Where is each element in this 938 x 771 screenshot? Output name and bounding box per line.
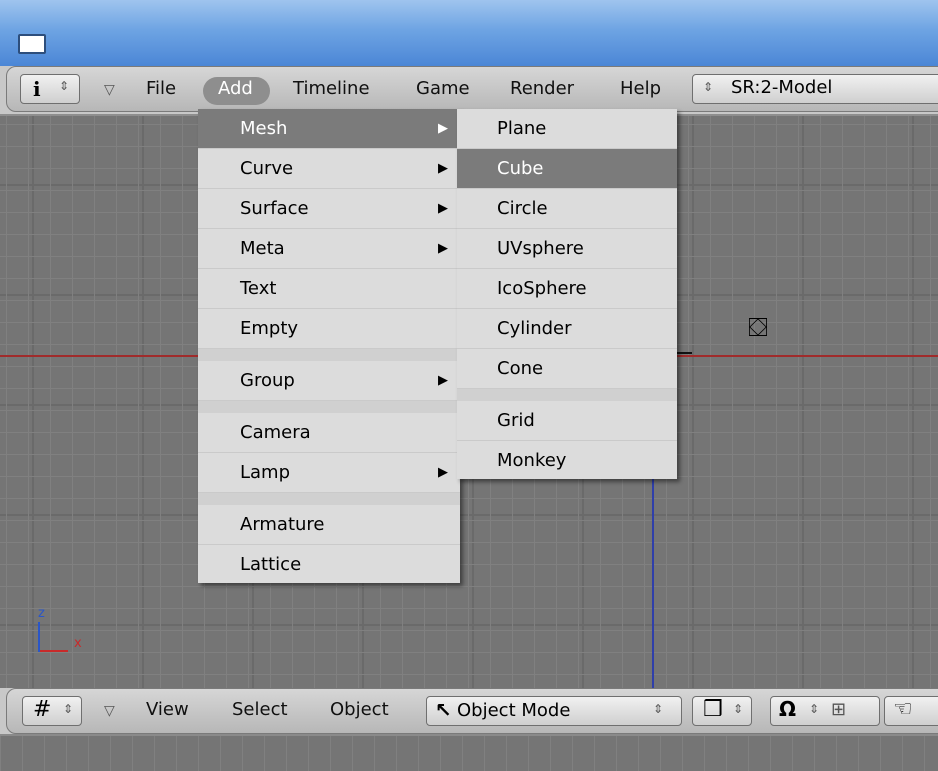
mesh-item-icosphere[interactable]: IcoSphere xyxy=(457,269,677,309)
menu-timeline[interactable]: Timeline xyxy=(293,66,370,112)
pivot-snap-selector[interactable]: Ω ⇕ ⊞ xyxy=(770,696,880,726)
pivot-icon: Ω xyxy=(779,697,797,721)
info-icon: i xyxy=(33,77,41,101)
updown-arrows-icon: ⇕ xyxy=(59,79,70,93)
add-menu: Mesh ▶ Curve ▶ Surface ▶ Meta ▶ Text Empty G… xyxy=(198,109,460,583)
add-menu-item-empty[interactable]: Empty xyxy=(198,309,460,349)
mesh-item-cylinder[interactable]: Cylinder xyxy=(457,309,677,349)
scene-selector[interactable]: ⇕ SR:2-Model xyxy=(692,74,938,104)
origin-marker xyxy=(676,352,692,354)
mesh-item-cone[interactable]: Cone xyxy=(457,349,677,389)
window-title-bar[interactable] xyxy=(0,0,938,66)
snap-icon: ⊞ xyxy=(831,699,847,720)
submenu-arrow-icon: ▶ xyxy=(438,121,448,136)
submenu-arrow-icon: ▶ xyxy=(438,201,448,216)
menu-game[interactable]: Game xyxy=(416,66,470,112)
editor-type-selector-3d[interactable]: # ⇕ xyxy=(22,696,82,726)
submenu-arrow-icon: ▶ xyxy=(438,465,448,480)
add-menu-item-lattice[interactable]: Lattice xyxy=(198,545,460,585)
mesh-item-grid[interactable]: Grid xyxy=(457,401,677,441)
add-menu-item-curve[interactable]: Curve ▶ xyxy=(198,149,460,189)
menu-view[interactable]: View xyxy=(146,688,189,732)
menu-add[interactable]: Add xyxy=(218,66,253,112)
menu-separator xyxy=(198,349,460,361)
axis-x-label: x xyxy=(74,636,82,651)
mesh-item-cube[interactable]: Cube xyxy=(457,149,677,189)
collapse-triangle-icon[interactable]: ▽ xyxy=(104,703,115,719)
submenu-arrow-icon: ▶ xyxy=(438,373,448,388)
draw-type-selector[interactable]: ❒ ⇕ xyxy=(692,696,752,726)
updown-arrows-icon: ⇕ xyxy=(63,702,74,716)
manipulator-toggle[interactable]: ☜ xyxy=(884,696,938,726)
menu-separator xyxy=(457,389,677,401)
window-icon[interactable] xyxy=(18,34,46,54)
grid-icon: # xyxy=(33,697,52,722)
submenu-arrow-icon: ▶ xyxy=(438,161,448,176)
mesh-item-plane[interactable]: Plane xyxy=(457,109,677,149)
add-menu-item-camera[interactable]: Camera xyxy=(198,413,460,453)
add-menu-item-group[interactable]: Group ▶ xyxy=(198,361,460,401)
submenu-arrow-icon: ▶ xyxy=(438,241,448,256)
axis-z-label: z xyxy=(38,606,45,621)
z-axis-widget-line xyxy=(38,622,40,652)
updown-arrows-icon: ⇕ xyxy=(703,80,714,94)
collapse-triangle-icon[interactable]: ▽ xyxy=(104,82,115,98)
mode-label: Object Mode xyxy=(457,700,571,721)
add-menu-item-text[interactable]: Text xyxy=(198,269,460,309)
hand-icon: ☜ xyxy=(893,697,913,722)
camera-object-icon[interactable]: ⛋ xyxy=(742,312,774,344)
object-mode-icon: ↖ xyxy=(435,698,452,722)
mesh-item-monkey[interactable]: Monkey xyxy=(457,441,677,479)
mesh-item-circle[interactable]: Circle xyxy=(457,189,677,229)
scene-name: SR:2-Model xyxy=(731,77,833,98)
editor-type-selector[interactable]: i ⇕ xyxy=(20,74,80,104)
updown-arrows-icon: ⇕ xyxy=(653,702,664,716)
menu-render[interactable]: Render xyxy=(510,66,574,112)
add-menu-item-meta[interactable]: Meta ▶ xyxy=(198,229,460,269)
cube-draw-icon: ❒ xyxy=(703,697,723,722)
mesh-item-uvsphere[interactable]: UVsphere xyxy=(457,229,677,269)
menu-separator xyxy=(198,401,460,413)
mesh-submenu: Plane Cube Circle UVsphere IcoSphere Cyl… xyxy=(457,109,677,479)
menu-help[interactable]: Help xyxy=(620,66,661,112)
add-menu-item-armature[interactable]: Armature xyxy=(198,505,460,545)
menu-object[interactable]: Object xyxy=(330,688,389,732)
menu-separator xyxy=(198,493,460,505)
updown-arrows-icon: ⇕ xyxy=(733,702,744,716)
axis-widget xyxy=(38,622,68,652)
add-menu-item-mesh[interactable]: Mesh ▶ xyxy=(198,109,460,149)
lower-viewport xyxy=(0,736,938,771)
updown-arrows-icon: ⇕ xyxy=(809,702,820,716)
add-menu-item-lamp[interactable]: Lamp ▶ xyxy=(198,453,460,493)
add-menu-item-surface[interactable]: Surface ▶ xyxy=(198,189,460,229)
mode-selector[interactable]: ↖ Object Mode ⇕ xyxy=(426,696,682,726)
menu-file[interactable]: File xyxy=(146,66,176,112)
menu-select[interactable]: Select xyxy=(232,688,288,732)
